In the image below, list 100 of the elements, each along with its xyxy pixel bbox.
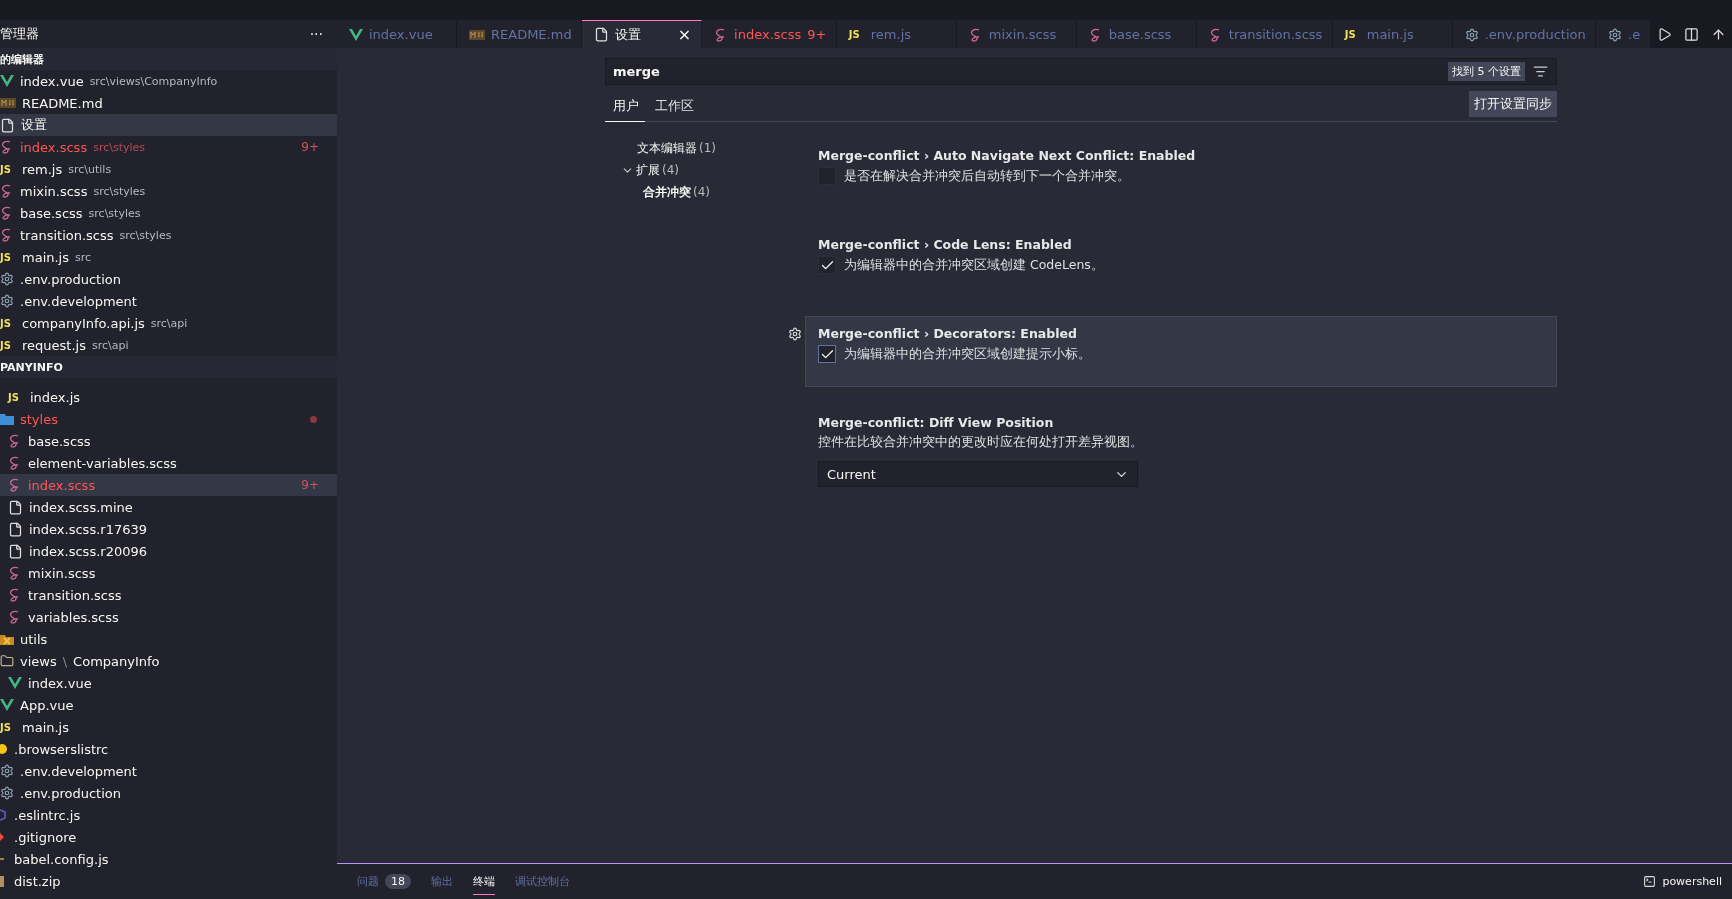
section-header[interactable]: 的编辑器 — [0, 48, 337, 70]
tree-item[interactable]: styles — [0, 408, 337, 430]
file-name: styles — [20, 411, 58, 427]
open-editor-item[interactable]: JS request.js src\api — [0, 334, 337, 356]
scope-tab[interactable]: 工作区 — [647, 97, 700, 122]
search-input[interactable]: merge — [611, 63, 1440, 80]
checkbox[interactable] — [818, 345, 836, 363]
tree-item[interactable]: JS index.js — [0, 386, 337, 408]
tree-item[interactable]: index.scss.r20096 — [0, 540, 337, 562]
file-name: base.scss — [28, 433, 91, 449]
tree-item[interactable]: base.scss — [0, 430, 337, 452]
sidebar-title: 管理器 — [0, 25, 39, 43]
tree-item[interactable]: .env.development — [0, 760, 337, 782]
open-editor-item[interactable]: index.vue src\views\CompanyInfo — [0, 70, 337, 92]
editor-tab[interactable]: index.scss 9+ — [702, 20, 837, 48]
file-name: index.vue — [28, 675, 92, 691]
run-icon[interactable] — [1657, 26, 1672, 42]
tree-item[interactable]: mixin.scss — [0, 562, 337, 584]
open-editor-item[interactable]: JS companyInfo.api.js src\api — [0, 312, 337, 334]
scope-tab[interactable]: 用户 — [605, 97, 645, 122]
js-icon: JS — [0, 251, 16, 263]
toc-item[interactable]: 合并冲突 (4) — [615, 182, 805, 202]
tree-item[interactable]: App.vue — [0, 694, 337, 716]
panel-tab[interactable]: 终端 — [473, 868, 495, 895]
split-editor-icon[interactable] — [1684, 26, 1699, 42]
tree-item[interactable]: index.vue — [0, 672, 337, 694]
gear-icon — [1608, 27, 1623, 42]
tree-item[interactable]: index.scss.r17639 — [0, 518, 337, 540]
arrow-up-icon[interactable] — [1711, 26, 1726, 42]
tree-item[interactable]: variables.scss — [0, 606, 337, 628]
folder-icon — [0, 654, 14, 668]
open-editor-item[interactable]: README.md — [0, 92, 337, 114]
setting-title: Merge-conflict › Decorators: Enabled — [818, 326, 1078, 341]
open-editor-item[interactable]: mixin.scss src\styles — [0, 180, 337, 202]
panel-tab[interactable]: 调试控制台 — [515, 868, 570, 895]
tree-item[interactable]: JS main.js — [0, 716, 337, 738]
path-separator: \ — [62, 653, 68, 669]
toc-item[interactable]: 文本编辑器 (1) — [615, 138, 805, 158]
file-name: mixin.scss — [28, 565, 96, 581]
close-button[interactable]: × — [677, 25, 692, 44]
dropdown[interactable]: Current — [818, 461, 1138, 487]
search-field[interactable]: merge 找到 5 个设置 — [605, 58, 1557, 85]
clear-filter-icon[interactable] — [1533, 64, 1548, 79]
file-name: .env.development — [20, 763, 137, 779]
open-editor-item[interactable]: JS rem.js src\utils — [0, 158, 337, 180]
tree-item[interactable]: transition.scss — [0, 584, 337, 606]
vue-icon — [0, 699, 14, 711]
file-name: .env.development — [20, 293, 137, 309]
editor-tab[interactable]: 设置 × — [582, 20, 703, 48]
tree-item[interactable]: .browserslistrc — [0, 738, 337, 760]
checkbox[interactable] — [818, 256, 836, 274]
open-editor-item[interactable]: base.scss src\styles — [0, 202, 337, 224]
setting-description: 为编辑器中的合并冲突区域创建提示小标。 — [844, 345, 1091, 363]
tree-item[interactable]: views \ CompanyInfo — [0, 650, 337, 672]
open-editor-item[interactable]: index.scss src\styles 9+ — [0, 136, 337, 158]
toc-count: (4) — [662, 163, 679, 177]
sync-button[interactable]: 打开设置同步 — [1469, 91, 1557, 117]
toc-count: (1) — [699, 141, 716, 155]
markdown-icon — [469, 29, 485, 40]
file-name: rem.js — [22, 161, 63, 177]
open-editor-item[interactable]: .env.development — [0, 290, 337, 312]
section-header[interactable]: PANYINFO — [0, 356, 337, 378]
file-name: index.js — [30, 389, 81, 405]
vue-icon — [349, 28, 363, 41]
file-path: src\utils — [68, 162, 112, 176]
toc-label: 文本编辑器 — [637, 139, 697, 157]
terminal-name[interactable]: powershell — [1662, 875, 1722, 888]
tree-item[interactable]: index.scss 9+ — [0, 474, 337, 496]
toc-item[interactable]: 扩展 (4) — [615, 160, 805, 180]
gear-icon — [0, 272, 14, 286]
tree-item[interactable]: index.scss.mine — [0, 496, 337, 518]
tree-item[interactable]: .eslintrc.js — [0, 804, 337, 826]
setting-description: 为编辑器中的合并冲突区域创建 CodeLens。 — [844, 256, 1104, 274]
editor-tab[interactable]: JS main.js — [1332, 20, 1453, 48]
file-name: request.js — [22, 337, 86, 353]
file-icon — [8, 543, 23, 559]
panel-tab[interactable]: 问题 18 — [357, 868, 411, 895]
tree-item[interactable]: .gitignore — [0, 826, 337, 848]
gear-icon — [0, 786, 14, 800]
settings-icon[interactable] — [788, 327, 802, 341]
file-path: src\styles — [119, 228, 172, 242]
open-editor-item[interactable]: .env.production — [0, 268, 337, 290]
open-editor-item[interactable]: JS main.js src — [0, 246, 337, 268]
js-icon: JS — [0, 721, 16, 733]
tree-item[interactable]: utils — [0, 628, 337, 650]
vue-icon — [0, 75, 14, 87]
open-editor-item[interactable]: 设置 — [0, 114, 337, 136]
toc-label: 合并冲突 — [643, 183, 691, 201]
file-name: App.vue — [20, 697, 74, 713]
file-path: src\styles — [93, 140, 146, 154]
tree-item[interactable]: dist.zip — [0, 870, 337, 892]
more-actions-button[interactable]: ··· — [309, 26, 323, 42]
js-icon: JS — [848, 29, 865, 40]
tree-item[interactable]: element-variables.scss — [0, 452, 337, 474]
tree-item[interactable]: .env.production — [0, 782, 337, 804]
editor-tab[interactable]: JS rem.js — [836, 20, 957, 48]
open-editor-item[interactable]: transition.scss src\styles — [0, 224, 337, 246]
file-name: companyInfo.api.js — [22, 315, 145, 331]
panel-tab[interactable]: 输出 — [431, 868, 453, 895]
tree-item[interactable]: babel.config.js — [0, 848, 337, 870]
